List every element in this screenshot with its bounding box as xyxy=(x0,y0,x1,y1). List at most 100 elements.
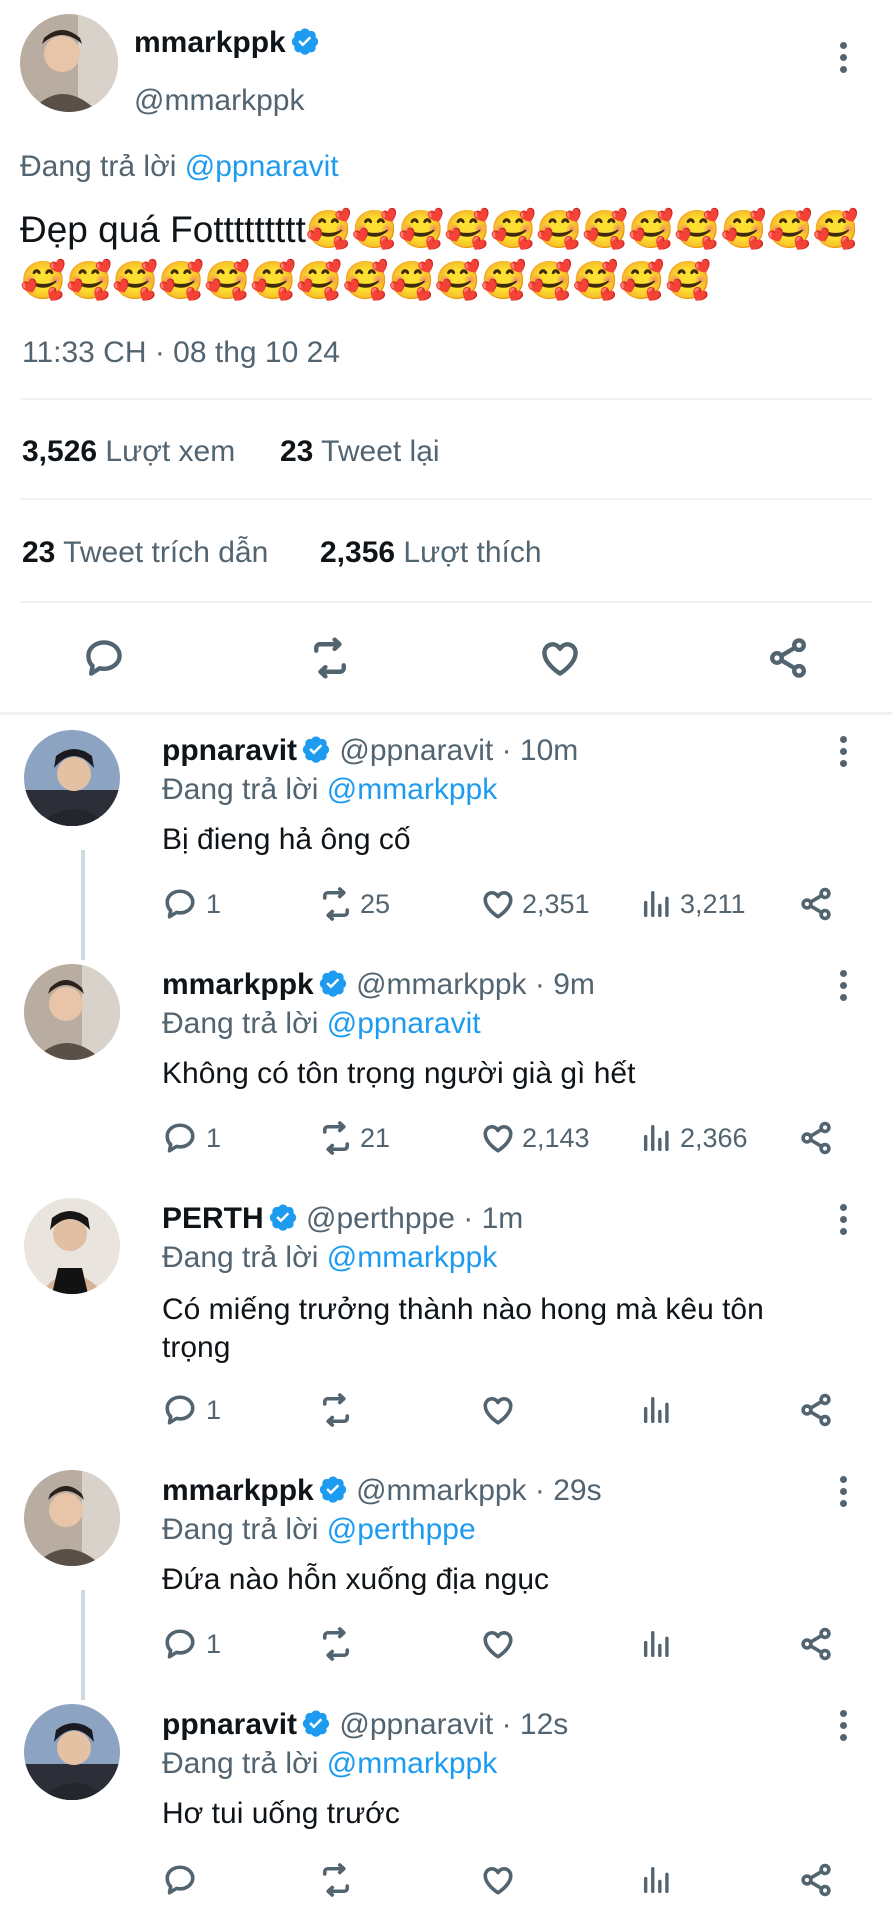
verified-badge-icon xyxy=(319,1476,346,1503)
reply-header: ppnaravit @ppnaravit · 10m xyxy=(162,734,579,767)
stat-retweets[interactable]: 23 Tweet lại xyxy=(280,435,440,469)
main-display-name[interactable]: mmarkppk xyxy=(134,26,286,59)
reply-button[interactable]: 1 xyxy=(162,1392,221,1428)
more-options-icon[interactable] xyxy=(838,1476,848,1512)
more-options-icon[interactable] xyxy=(838,970,848,1006)
retweet-button[interactable]: 21 xyxy=(318,1120,390,1156)
like-button[interactable] xyxy=(538,636,582,680)
reply-replying-to: Đang trả lời @mmarkppk xyxy=(162,773,498,806)
share-icon xyxy=(770,638,806,678)
reply-time[interactable]: 9m xyxy=(553,968,595,1001)
more-options-icon[interactable] xyxy=(838,1204,848,1240)
main-replying-to-link[interactable]: @ppnaravit xyxy=(185,150,339,183)
reply-display-name[interactable]: ppnaravit xyxy=(162,734,297,767)
views-button[interactable]: 2,366 xyxy=(640,1120,748,1156)
retweet-button[interactable]: 25 xyxy=(318,886,390,922)
reply-icon xyxy=(165,1123,195,1153)
reply-icon xyxy=(165,889,195,919)
like-icon xyxy=(483,891,513,919)
reply-avatar[interactable] xyxy=(24,1470,120,1566)
retweet-button[interactable] xyxy=(308,636,352,680)
share-button[interactable] xyxy=(798,1392,834,1428)
share-button[interactable] xyxy=(798,1626,834,1662)
reply-text: Không có tôn trọng người già gì hết xyxy=(162,1057,636,1090)
retweet-icon xyxy=(322,1863,350,1897)
views-button[interactable]: 3,211 xyxy=(640,886,746,922)
main-tweet-text: Đẹp quá Fottttttttt🥰🥰🥰🥰🥰🥰🥰🥰🥰🥰🥰🥰🥰🥰🥰🥰🥰🥰🥰🥰🥰… xyxy=(20,209,859,301)
reply-avatar[interactable] xyxy=(24,1704,120,1800)
verified-badge-icon xyxy=(319,970,346,997)
main-timestamp[interactable]: 11:33 CH · 08 thg 10 24 xyxy=(22,336,340,370)
reply-handle[interactable]: @ppnaravit xyxy=(339,734,493,767)
reply-button[interactable]: 1 xyxy=(162,1626,221,1662)
share-button[interactable] xyxy=(798,1120,834,1156)
retweet-icon xyxy=(322,1393,350,1427)
reply-button[interactable]: 1 xyxy=(162,886,221,922)
reply-button[interactable] xyxy=(82,636,126,680)
share-icon xyxy=(801,1393,831,1427)
stat-likes[interactable]: 2,356 Lượt thích xyxy=(320,536,542,570)
reply-display-name[interactable]: mmarkppk xyxy=(162,968,314,1001)
reply-button[interactable] xyxy=(162,1862,198,1898)
share-button[interactable] xyxy=(766,636,810,680)
thread-line xyxy=(81,850,85,960)
reply-replying-to: Đang trả lời @perthppe xyxy=(162,1513,476,1546)
reply-text: Hơ tui uống trước xyxy=(162,1797,400,1830)
like-button[interactable]: 2,143 xyxy=(480,1120,590,1156)
share-button[interactable] xyxy=(798,886,834,922)
reply-handle[interactable]: @ppnaravit xyxy=(339,1708,493,1741)
more-options-icon[interactable] xyxy=(838,42,848,78)
like-button[interactable] xyxy=(480,1626,516,1662)
views-icon xyxy=(643,1396,669,1424)
reply-header: PERTH @perthppe · 1m xyxy=(162,1202,524,1235)
retweet-button[interactable] xyxy=(318,1862,354,1898)
reply-handle[interactable]: @mmarkppk xyxy=(356,968,526,1001)
reply-handle[interactable]: @perthppe xyxy=(306,1202,455,1235)
like-button[interactable] xyxy=(480,1862,516,1898)
reply-icon xyxy=(165,1395,195,1425)
reply-time[interactable]: 12s xyxy=(520,1708,568,1741)
views-icon xyxy=(643,1630,669,1658)
like-button[interactable] xyxy=(480,1392,516,1428)
retweet-icon xyxy=(322,887,350,921)
reply-display-name[interactable]: PERTH xyxy=(162,1202,264,1235)
reply-avatar[interactable] xyxy=(24,964,120,1060)
views-button[interactable] xyxy=(640,1392,674,1428)
more-options-icon[interactable] xyxy=(838,1710,848,1746)
main-avatar[interactable] xyxy=(20,14,118,112)
verified-badge-icon xyxy=(291,28,318,55)
share-icon xyxy=(801,1863,831,1897)
reply-button[interactable]: 1 xyxy=(162,1120,221,1156)
verified-badge-icon xyxy=(269,1204,296,1231)
divider xyxy=(20,601,872,603)
views-button[interactable] xyxy=(640,1862,674,1898)
reply-time[interactable]: 29s xyxy=(553,1474,601,1507)
like-button[interactable]: 2,351 xyxy=(480,886,590,922)
like-icon xyxy=(483,1125,513,1153)
retweet-icon xyxy=(322,1627,350,1661)
reply-avatar[interactable] xyxy=(24,730,120,826)
reply-display-name[interactable]: ppnaravit xyxy=(162,1708,297,1741)
retweet-button[interactable] xyxy=(318,1392,354,1428)
main-handle[interactable]: @mmarkppk xyxy=(134,84,304,118)
reply-replying-to: Đang trả lời @mmarkppk xyxy=(162,1241,498,1274)
more-options-icon[interactable] xyxy=(838,736,848,772)
share-icon xyxy=(801,887,831,921)
reply-icon xyxy=(165,1865,195,1895)
reply-time[interactable]: 10m xyxy=(520,734,578,767)
reply-handle[interactable]: @mmarkppk xyxy=(356,1474,526,1507)
reply-text-line: Có miếng trưởng thành nào hong mà kêu tô… xyxy=(162,1293,764,1326)
stat-quotes[interactable]: 23 Tweet trích dẫn xyxy=(22,536,268,570)
share-button[interactable] xyxy=(798,1862,834,1898)
like-icon xyxy=(483,1397,513,1425)
reply-display-name[interactable]: mmarkppk xyxy=(162,1474,314,1507)
divider xyxy=(20,498,872,500)
reply-time[interactable]: 1m xyxy=(482,1202,524,1235)
stat-views[interactable]: 3,526 Lượt xem xyxy=(22,435,235,469)
views-icon xyxy=(643,1866,669,1894)
views-button[interactable] xyxy=(640,1626,674,1662)
main-display-name-row[interactable]: mmarkppk xyxy=(134,26,320,60)
like-icon xyxy=(483,1631,513,1659)
reply-avatar[interactable] xyxy=(24,1198,120,1294)
retweet-button[interactable] xyxy=(318,1626,354,1662)
